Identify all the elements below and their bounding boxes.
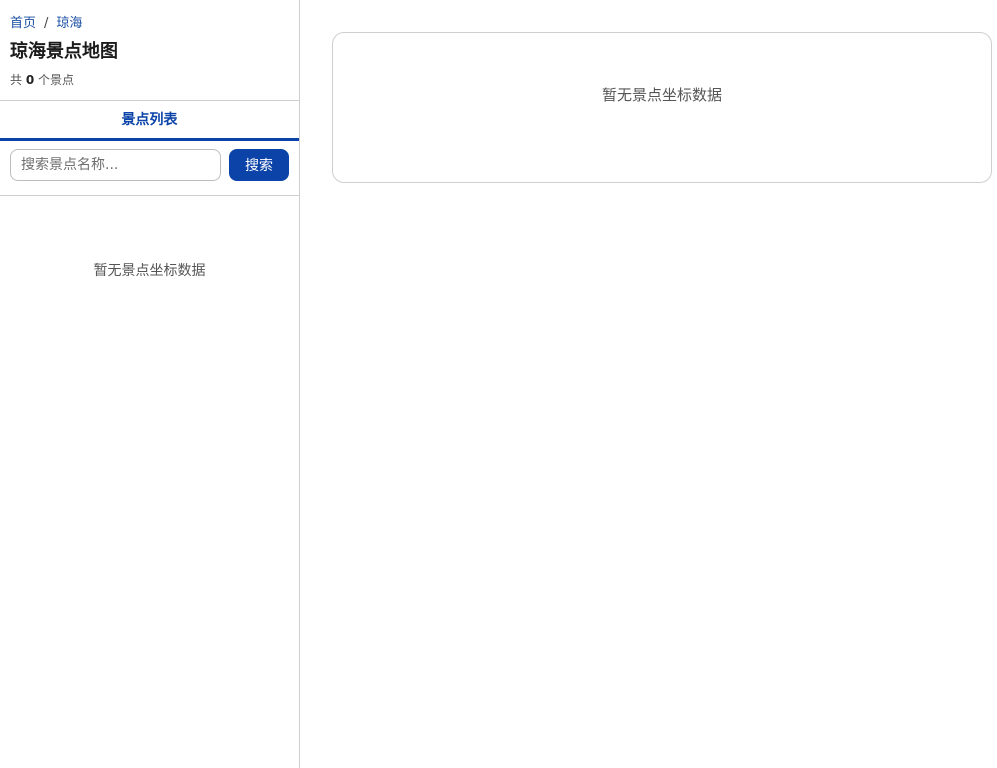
map-empty-state: 暂无景点坐标数据 [601,86,722,104]
map-card: 暂无景点坐标数据 [332,32,992,183]
spot-count-value: 0 [25,73,35,87]
search-row: 搜索 [0,141,299,196]
main-area: 暂无景点坐标数据 [300,0,997,768]
spot-count-prefix: 共 [10,73,23,87]
spot-list-empty-state: 暂无景点坐标数据 [93,263,206,279]
spot-count-suffix: 个景点 [38,73,75,87]
breadcrumb-current-link[interactable]: 琼海 [56,16,82,31]
sidebar: 首页 / 琼海 琼海景点地图 共 0 个景点 景点列表 搜索 暂无景点坐标数据 [0,0,300,768]
breadcrumb: 首页 / 琼海 [10,16,289,32]
sidebar-tabs: 景点列表 [0,101,299,141]
sidebar-header: 首页 / 琼海 琼海景点地图 共 0 个景点 [0,0,299,101]
tab-spot-list[interactable]: 景点列表 [0,101,299,141]
breadcrumb-separator: / [44,16,49,31]
spot-count: 共 0 个景点 [10,72,289,88]
breadcrumb-home-link[interactable]: 首页 [10,16,36,31]
search-button[interactable]: 搜索 [229,149,289,181]
page-title: 琼海景点地图 [10,41,118,62]
search-input[interactable] [10,149,221,181]
app-root: 首页 / 琼海 琼海景点地图 共 0 个景点 景点列表 搜索 暂无景点坐标数据 暂无… [0,0,997,768]
